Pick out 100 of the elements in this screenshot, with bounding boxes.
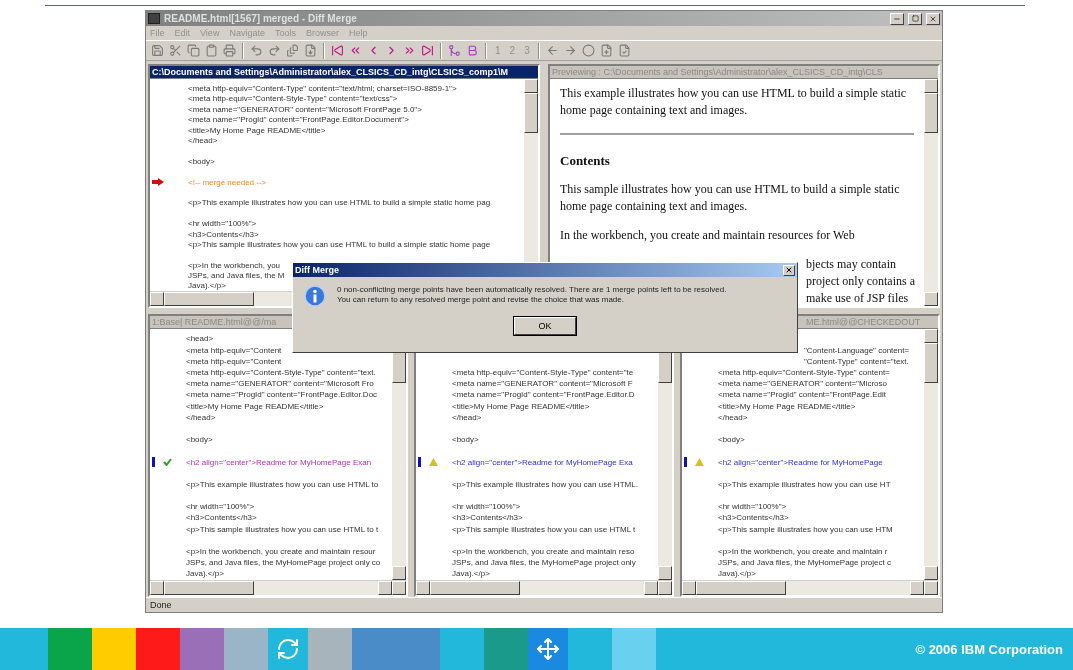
code-line: <h3>Contents</h3>	[452, 513, 523, 523]
code-line: <meta name="ProgId" content="FrontPage.Editor.Document">	[188, 115, 409, 125]
code-line: <title>My Home Page README</title>	[718, 401, 856, 411]
copyright-text: © 2006 IBM Corporation	[915, 641, 1064, 657]
preview-paragraph: This example illustrates how you can use HTML to build a simple static home page containing text and images.	[560, 85, 908, 120]
code-line: <title>My Home Page README</title>	[186, 401, 324, 411]
code-line: <hr width="100%">	[718, 502, 787, 512]
code-line: <meta http-equiv="Content	[186, 345, 282, 355]
code-line: <hr width="100%">	[452, 502, 521, 512]
warning-icon	[695, 458, 704, 467]
redo-icon[interactable]	[268, 44, 281, 58]
photo-placeholder	[224, 628, 268, 670]
code-line: </head>	[186, 412, 216, 422]
code-line: </head>	[718, 412, 748, 422]
close-button[interactable]	[783, 264, 795, 276]
bold-icon[interactable]	[466, 44, 479, 58]
code-line: <h3>Contents</h3>	[186, 513, 257, 523]
undo-icon[interactable]	[250, 44, 263, 58]
code-line: <hr width="100%">	[186, 502, 255, 512]
first-icon[interactable]	[331, 44, 344, 58]
code-line: <meta http-equiv="Content-Style-Type" content="te	[452, 368, 634, 378]
maximize-button[interactable]	[908, 12, 922, 25]
code-line: <meta name="ProgId" content="FrontPage.Edit	[718, 390, 886, 400]
banner-tile	[612, 628, 656, 670]
vertical-scrollbar[interactable]	[924, 79, 938, 307]
last-icon[interactable]	[421, 44, 434, 58]
preview-paragraph: This sample illustrates how you can use HTML to build a simple static home page containing text and images.	[560, 181, 901, 216]
maximize-icon	[911, 15, 919, 23]
copy-icon[interactable]	[187, 44, 200, 58]
code-line: <body>	[188, 156, 215, 166]
printer-icon[interactable]	[223, 44, 236, 58]
preview-heading: Contents	[560, 153, 611, 170]
code-line: <meta name="ProgId" content="FrontPage.Editor.Doc	[186, 390, 378, 400]
code-line: Java).</p>	[452, 569, 490, 579]
vertical-scrollbar[interactable]	[924, 329, 938, 580]
documents-icon[interactable]	[286, 44, 299, 58]
cycle-icon	[276, 637, 300, 661]
menu-item[interactable]: Browser	[305, 28, 339, 39]
code-line: "Content-Type" content="text.	[804, 356, 909, 366]
menu-item[interactable]: File	[150, 28, 165, 39]
toolbar-button[interactable]: 1	[492, 45, 504, 57]
dialog-title: Diff Merge	[295, 265, 339, 275]
code-line: <p>This sample illustrates how you can use HTM	[718, 524, 893, 534]
circle-icon[interactable]	[581, 44, 595, 58]
close-button[interactable]	[926, 12, 940, 25]
code-line: </head>	[452, 412, 482, 422]
change-bar	[684, 457, 687, 468]
banner-tile	[92, 628, 136, 670]
menu-item[interactable]: Navigate	[229, 28, 265, 39]
cut-icon[interactable]	[169, 44, 182, 58]
code-line: <meta name="ProgId" content="FrontPage.Editor.D	[452, 390, 635, 400]
code-line: <!-- merge needed -->	[188, 177, 267, 187]
code-line: <p>This sample illustrates how you can use HTML t	[452, 524, 636, 534]
ok-button[interactable]: OK	[514, 317, 576, 335]
file-check-icon[interactable]	[617, 44, 631, 58]
code-line: <p>This example illustrates how you can use HT	[718, 479, 891, 489]
preview-text: project only contains a	[806, 273, 914, 291]
code-line: <body>	[186, 435, 213, 445]
menu-item[interactable]: View	[200, 28, 220, 39]
toolbar-button[interactable]: 3	[521, 45, 533, 57]
left-arrow-icon[interactable]	[545, 44, 559, 58]
code-line: <meta http-equiv="Content-Type" content="text/html; charset=ISO-8859-1">	[188, 84, 457, 94]
save-icon[interactable]	[151, 44, 164, 58]
menu-item[interactable]: Edit	[174, 28, 191, 39]
code-line: JSPs, and Java files, the MyHomePage project only	[452, 558, 636, 568]
warning-icon	[429, 458, 438, 467]
horizontal-scrollbar[interactable]	[682, 579, 938, 595]
code-line: <h2 align="center">Readme for MyHomePage Exa	[452, 457, 633, 467]
check-icon	[163, 458, 172, 467]
banner-tile	[48, 628, 92, 670]
code-line: <title>My Home Page README</title>	[452, 401, 590, 411]
code-line: <head>	[186, 334, 214, 344]
close-icon	[929, 14, 937, 23]
code-line: <title>My Home Page README</title>	[188, 125, 326, 135]
code-line: <h3>Contents</h3>	[718, 513, 789, 523]
horizontal-scrollbar[interactable]	[416, 579, 672, 595]
right-arrow-icon[interactable]	[563, 44, 577, 58]
code-line: JSPs, and Java files, the MyHomePage project c	[718, 558, 891, 568]
merge-icon[interactable]	[448, 44, 461, 58]
toolbar-button[interactable]: 2	[506, 45, 519, 57]
code-line: <h3>Contents</h3>	[188, 229, 259, 239]
preview-text: bjects may contain	[806, 256, 897, 274]
code-line: <h2 align="center">Readme for MyHomePage	[718, 457, 883, 467]
code-line: <p>This example illustrates how you can use HTML to build a simple static home pag	[188, 198, 491, 208]
document-icon[interactable]	[304, 44, 317, 58]
pane-header: C:\Documents and Settings\Administrator\alex_CLSICS_CD_intg\CLSICS_comp1\M	[150, 66, 538, 80]
code-line: <h2 align="center">Readme for MyHomePage Exan	[186, 457, 372, 467]
menu-item[interactable]: Help	[348, 28, 368, 39]
paste-icon[interactable]	[205, 44, 218, 58]
menu-item[interactable]: Tools	[274, 28, 296, 39]
file-add-icon[interactable]	[599, 44, 613, 58]
horizontal-scrollbar[interactable]	[150, 579, 406, 595]
minimize-button[interactable]	[890, 12, 904, 25]
app-icon	[148, 13, 160, 25]
code-line: Java).</p>	[188, 281, 226, 291]
code-line: <meta http-equiv="Content-Style-Type" content="text.	[186, 368, 376, 378]
photo-placeholder	[484, 628, 528, 670]
code-line: <p>In the workbench, you create and maintain reso	[452, 547, 635, 557]
change-bar	[418, 457, 421, 468]
info-icon	[303, 285, 327, 309]
